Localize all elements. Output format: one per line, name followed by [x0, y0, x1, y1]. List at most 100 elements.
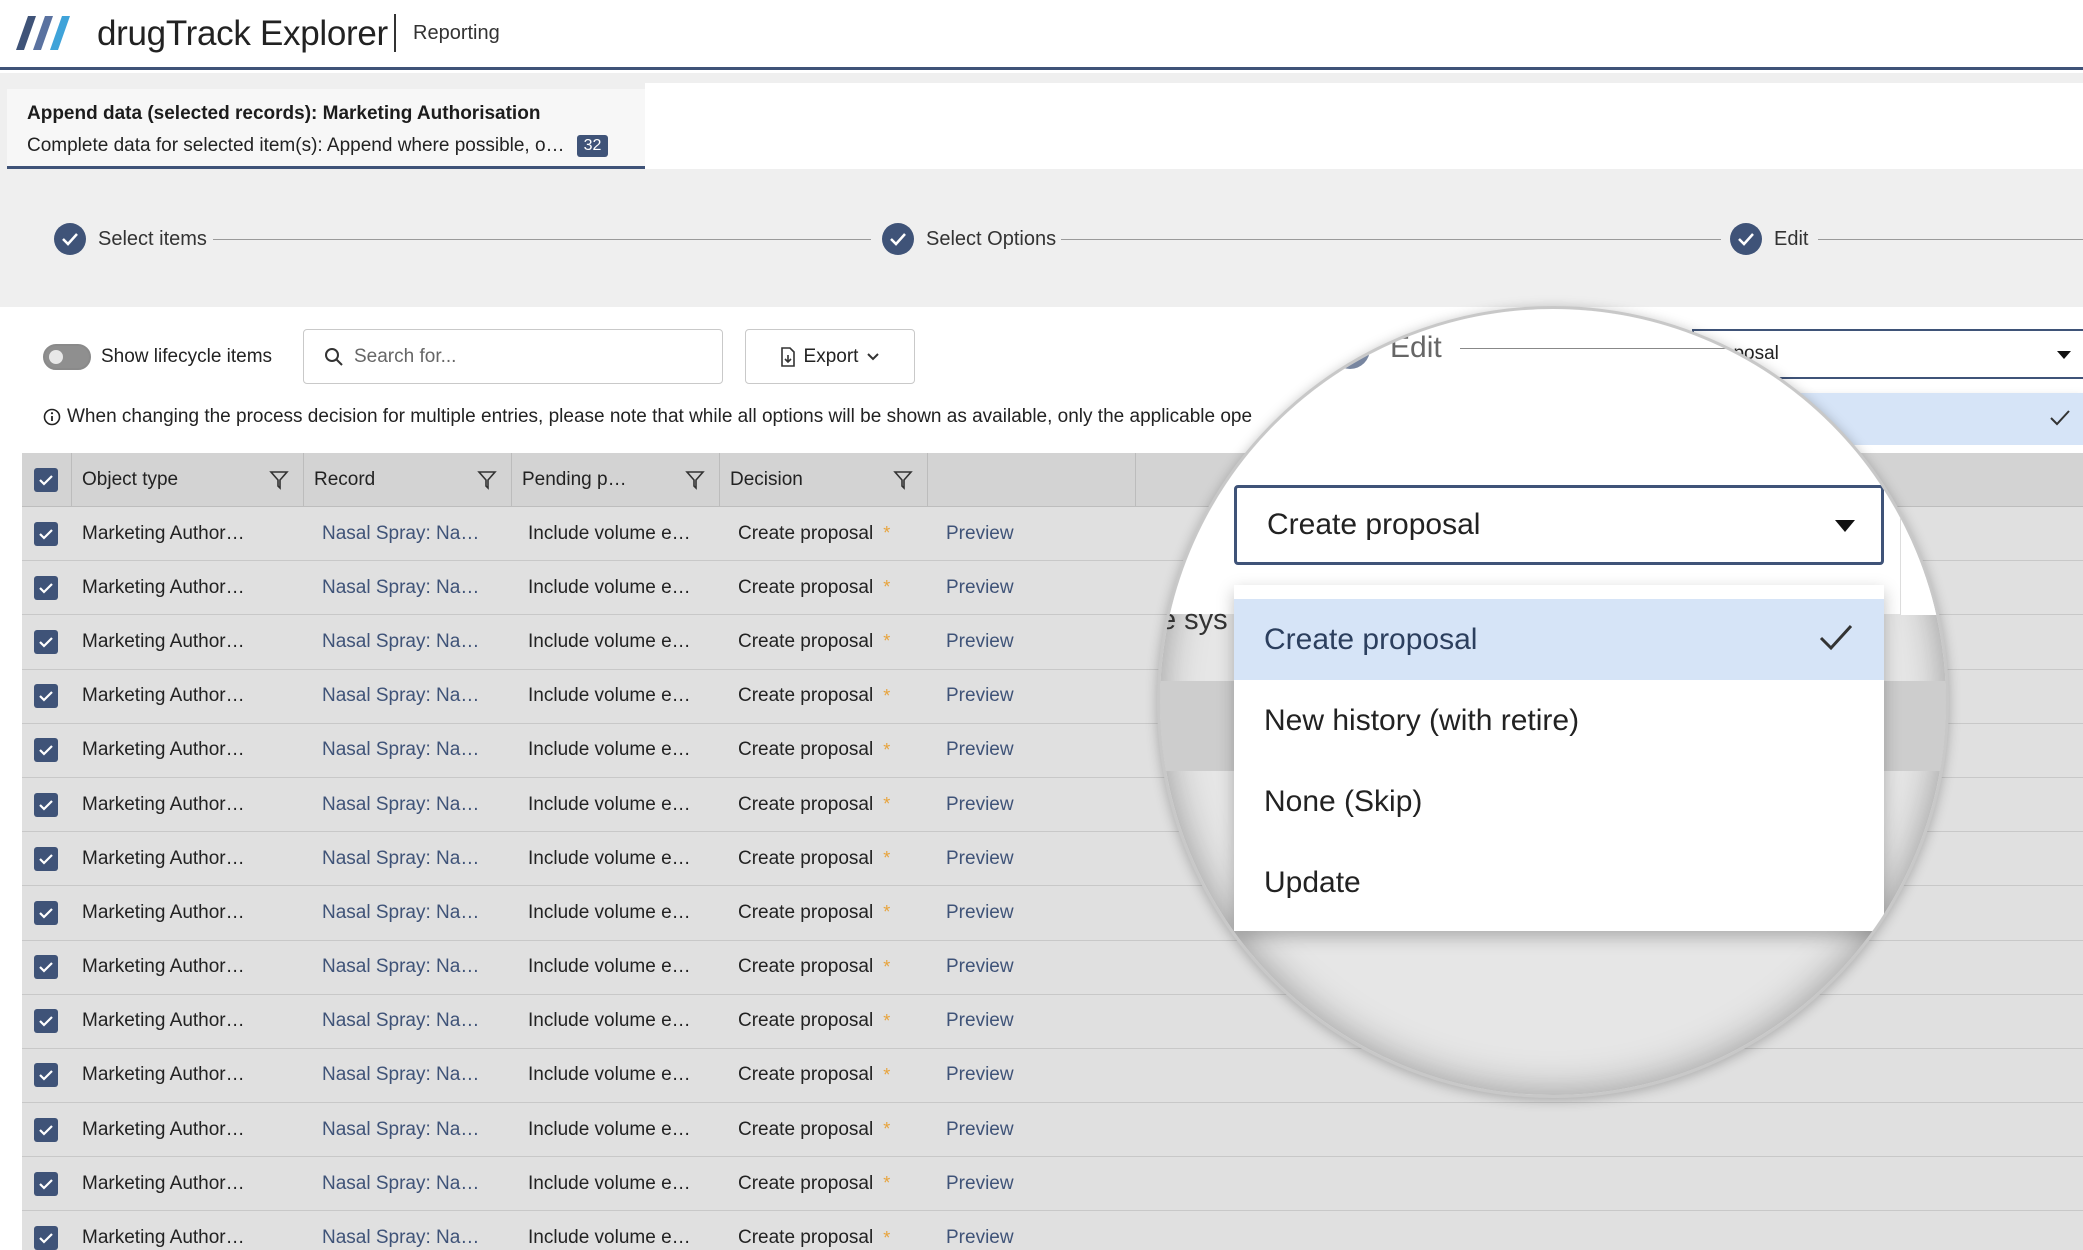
cell-record-link[interactable]: Nasal Spray: Na…: [304, 995, 512, 1048]
cell-record-link[interactable]: Nasal Spray: Na…: [304, 1049, 512, 1102]
cell-record-link[interactable]: Nasal Spray: Na…: [304, 670, 512, 723]
step-select-options[interactable]: Select Options: [882, 223, 1056, 255]
step-select-items[interactable]: Select items: [54, 223, 207, 255]
decision-select[interactable]: Create proposal: [1234, 485, 1884, 565]
cell-object-type: Marketing Author…: [82, 576, 245, 598]
filter-icon[interactable]: [685, 470, 705, 490]
cell-record-link[interactable]: Nasal Spray: Na…: [304, 724, 512, 777]
cell-decision[interactable]: Create proposal *: [720, 507, 928, 560]
row-checkbox[interactable]: [34, 955, 58, 980]
preview-link[interactable]: Preview: [928, 724, 1136, 777]
wizard-stepper: Select items Select Options Edit: [0, 169, 2083, 307]
table-row[interactable]: Marketing Author… Nasal Spray: Na… Include…: [22, 1157, 2083, 1212]
cell-record-link[interactable]: Nasal Spray: Na…: [304, 615, 512, 668]
preview-link[interactable]: Preview: [928, 615, 1136, 668]
table-row[interactable]: Marketing Author… Nasal Spray: Na… Include…: [22, 1211, 2083, 1250]
task-tab[interactable]: Append data (selected records): Marketin…: [7, 89, 645, 169]
step-connector: [1818, 239, 2083, 240]
option-update[interactable]: Update: [1234, 842, 1884, 923]
cell-record-link[interactable]: Nasal Spray: Na…: [304, 1211, 512, 1250]
filter-icon[interactable]: [893, 470, 913, 490]
step-edit[interactable]: Edit: [1730, 223, 1808, 255]
step-complete-check-icon: [1730, 223, 1762, 255]
row-checkbox[interactable]: [34, 575, 58, 600]
preview-link[interactable]: Preview: [928, 1103, 1136, 1156]
preview-link[interactable]: Preview: [928, 1211, 1136, 1250]
header-record[interactable]: Record: [304, 453, 512, 506]
cell-object-type: Marketing Author…: [82, 522, 245, 544]
cell-decision[interactable]: Create proposal *: [720, 1211, 928, 1250]
row-checkbox-cell: [22, 561, 72, 614]
cell-record-link[interactable]: Nasal Spray: Na…: [304, 941, 512, 994]
table-row[interactable]: Marketing Author… Nasal Spray: Na… Include…: [22, 1048, 2083, 1104]
row-checkbox[interactable]: [34, 684, 58, 709]
caret-down-icon: [2057, 351, 2071, 359]
row-checkbox[interactable]: [34, 521, 58, 546]
caret-down-icon: [1835, 520, 1855, 532]
cell-decision[interactable]: Create proposal *: [720, 1049, 928, 1102]
header-pending[interactable]: Pending p…: [512, 453, 720, 506]
row-checkbox-cell: [22, 1103, 72, 1156]
selected-count-badge: 32: [576, 135, 609, 157]
header-object-type[interactable]: Object type: [72, 453, 304, 506]
row-checkbox[interactable]: [34, 1226, 58, 1250]
row-checkbox[interactable]: [34, 1009, 58, 1034]
filter-icon[interactable]: [477, 470, 497, 490]
section-link-reporting[interactable]: Reporting: [413, 22, 500, 45]
row-checkbox[interactable]: [34, 629, 58, 654]
header-decision[interactable]: Decision: [720, 453, 928, 506]
row-checkbox[interactable]: [34, 1063, 58, 1088]
cell-decision[interactable]: Create proposal *: [720, 1103, 928, 1156]
cell-decision[interactable]: Create proposal *: [720, 995, 928, 1048]
preview-link[interactable]: Preview: [928, 941, 1136, 994]
cell-record-link[interactable]: Nasal Spray: Na…: [304, 507, 512, 560]
table-row[interactable]: Marketing Author… Nasal Spray: Na… Include…: [22, 1103, 2083, 1158]
cell-decision[interactable]: Create proposal *: [720, 670, 928, 723]
preview-link[interactable]: Preview: [928, 507, 1136, 560]
export-button[interactable]: Export: [745, 329, 915, 384]
cell-decision[interactable]: Create proposal *: [720, 886, 928, 939]
option-none-skip[interactable]: None (Skip): [1234, 761, 1884, 842]
row-checkbox[interactable]: [34, 900, 58, 925]
preview-link[interactable]: Preview: [928, 778, 1136, 831]
row-checkbox[interactable]: [34, 1117, 58, 1142]
row-checkbox-cell: [22, 832, 72, 885]
preview-link[interactable]: Preview: [928, 832, 1136, 885]
cell-record-link[interactable]: Nasal Spray: Na…: [304, 886, 512, 939]
chevron-down-icon: [867, 352, 880, 360]
cell-decision[interactable]: Create proposal *: [720, 561, 928, 614]
cell-pending: Include volume e…: [528, 1227, 691, 1249]
row-checkbox[interactable]: [34, 1171, 58, 1196]
preview-link[interactable]: Preview: [928, 1157, 1136, 1210]
cell-decision[interactable]: Create proposal *: [720, 615, 928, 668]
preview-link[interactable]: Preview: [928, 561, 1136, 614]
preview-link[interactable]: Preview: [928, 995, 1136, 1048]
cell-decision[interactable]: Create proposal *: [720, 832, 928, 885]
cell-pending: Include volume e…: [528, 739, 691, 761]
lifecycle-toggle[interactable]: [43, 344, 91, 370]
cell-record-link[interactable]: Nasal Spray: Na…: [304, 1103, 512, 1156]
filter-icon[interactable]: [269, 470, 289, 490]
row-checkbox-cell: [22, 507, 72, 560]
cell-decision[interactable]: Create proposal *: [720, 724, 928, 777]
cell-record-link[interactable]: Nasal Spray: Na…: [304, 1157, 512, 1210]
required-marker: *: [883, 685, 891, 706]
cell-decision[interactable]: Create proposal *: [720, 1157, 928, 1210]
cell-decision[interactable]: Create proposal *: [720, 941, 928, 994]
preview-link[interactable]: Preview: [928, 670, 1136, 723]
search-input[interactable]: [354, 345, 694, 368]
row-checkbox[interactable]: [34, 792, 58, 817]
cell-record-link[interactable]: Nasal Spray: Na…: [304, 778, 512, 831]
cell-record-link[interactable]: Nasal Spray: Na…: [304, 561, 512, 614]
cell-pending: Include volume e…: [528, 522, 691, 544]
preview-link[interactable]: Preview: [928, 1049, 1136, 1102]
cell-decision[interactable]: Create proposal *: [720, 778, 928, 831]
select-all-checkbox[interactable]: [34, 467, 58, 492]
cell-record-link[interactable]: Nasal Spray: Na…: [304, 832, 512, 885]
row-checkbox[interactable]: [34, 846, 58, 871]
option-create-proposal[interactable]: Create proposal: [1234, 599, 1884, 680]
option-new-history[interactable]: New history (with retire): [1234, 680, 1884, 761]
title-separator: [394, 14, 396, 52]
preview-link[interactable]: Preview: [928, 886, 1136, 939]
row-checkbox[interactable]: [34, 738, 58, 763]
